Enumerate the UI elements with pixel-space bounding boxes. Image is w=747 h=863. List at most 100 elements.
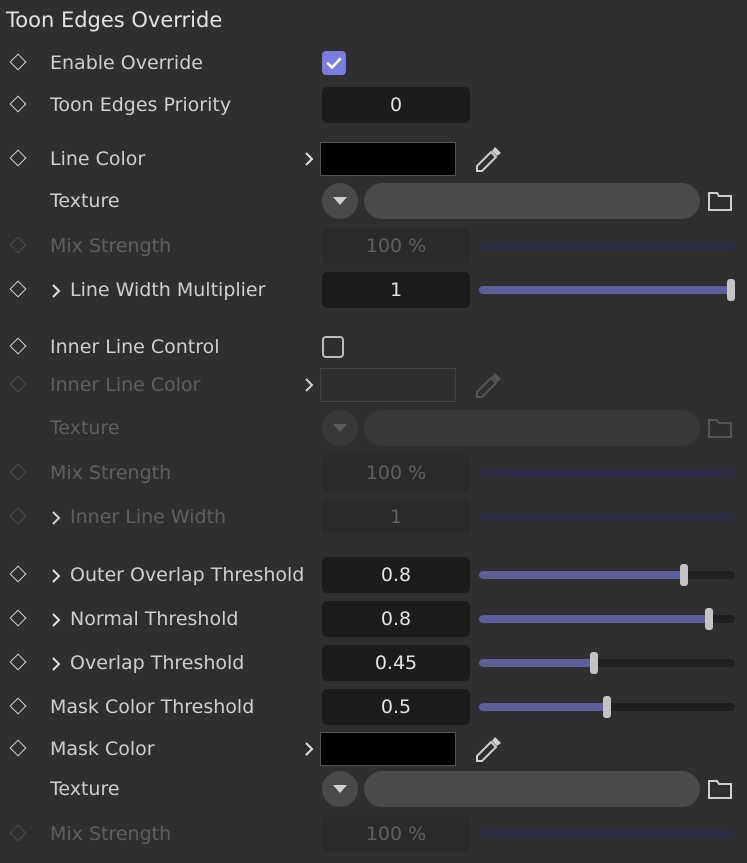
inner-line-width-slider [479,513,735,521]
texture-dropdown-button [322,410,358,446]
row-mask-color: Mask Color [0,731,747,767]
texture-dropdown-button[interactable] [322,183,358,219]
keyframe-icon[interactable] [9,337,27,355]
enable-override-checkbox[interactable] [322,51,346,75]
outer-overlap-label[interactable]: Outer Overlap Threshold [50,564,304,586]
keyframe-icon[interactable] [9,609,27,627]
chevron-right-icon[interactable] [302,740,316,762]
mix-strength-field: 100 % [322,228,470,264]
overlap-threshold-slider[interactable] [479,652,735,674]
mask-color-threshold-slider[interactable] [479,696,735,718]
row-overlap-threshold: Overlap Threshold 0.45 [0,645,747,681]
priority-field[interactable]: 0 [322,87,470,123]
mask-color-swatch[interactable] [320,732,456,766]
normal-threshold-field[interactable]: 0.8 [322,601,470,637]
keyframe-icon[interactable] [9,653,27,671]
enable-override-label: Enable Override [50,52,203,74]
texture-path-field [364,410,700,446]
row-toon-edges-priority: Toon Edges Priority 0 [0,87,747,123]
texture-dropdown-button[interactable] [322,771,358,807]
folder-icon[interactable] [707,190,733,216]
mix-strength-label: Mix Strength [50,235,172,257]
row-texture-1: Texture [0,183,747,219]
row-mix-strength-2: Mix Strength 100 % [0,455,747,491]
row-inner-line-width: Inner Line Width 1 [0,499,747,535]
row-normal-threshold: Normal Threshold 0.8 [0,601,747,637]
eyedropper-icon[interactable] [473,733,505,769]
keyframe-icon[interactable] [9,739,27,757]
mix-strength-slider [479,469,735,477]
chevron-right-icon[interactable] [302,150,316,172]
outer-overlap-slider[interactable] [479,564,735,586]
folder-icon[interactable] [707,778,733,804]
overlap-threshold-label[interactable]: Overlap Threshold [50,652,244,674]
mix-strength-slider [479,242,735,250]
row-texture-2: Texture [0,410,747,446]
keyframe-icon[interactable] [9,53,27,71]
row-mix-strength-1: Mix Strength 100 % [0,228,747,264]
inner-line-color-label: Inner Line Color [50,374,201,396]
row-line-width-multiplier: Line Width Multiplier 1 [0,272,747,308]
row-inner-line-control: Inner Line Control [0,329,747,365]
line-width-label[interactable]: Line Width Multiplier [50,279,265,301]
keyframe-icon[interactable] [9,565,27,583]
eyedropper-icon[interactable] [473,143,505,179]
keyframe-icon [9,375,27,393]
row-enable-override: Enable Override [0,45,747,81]
row-inner-line-color: Inner Line Color [0,367,747,403]
inner-line-width-label[interactable]: Inner Line Width [50,506,226,528]
chevron-right-icon[interactable] [302,376,316,398]
folder-icon [707,417,733,443]
keyframe-icon[interactable] [9,280,27,298]
chevron-right-icon [50,652,62,674]
triangle-down-icon [333,785,347,793]
normal-threshold-slider[interactable] [479,608,735,630]
texture-label: Texture [50,417,120,439]
slider-handle[interactable] [590,652,599,674]
line-width-slider[interactable] [479,279,735,301]
slider-handle[interactable] [727,279,735,301]
chevron-right-icon [50,564,62,586]
normal-threshold-label[interactable]: Normal Threshold [50,608,238,630]
slider-handle[interactable] [679,564,688,586]
chevron-right-icon [50,608,62,630]
overlap-threshold-field[interactable]: 0.45 [322,645,470,681]
row-texture-3: Texture [0,771,747,807]
inner-line-control-checkbox[interactable] [322,336,344,358]
panel-title: Toon Edges Override [6,8,223,32]
line-color-swatch[interactable] [320,142,456,176]
chevron-right-icon [50,506,62,528]
chevron-right-icon [50,279,62,301]
keyframe-icon [9,507,27,525]
row-line-color: Line Color [0,141,747,177]
texture-label: Texture [50,190,120,212]
outer-overlap-field[interactable]: 0.8 [322,557,470,593]
line-width-field[interactable]: 1 [322,272,470,308]
row-mix-strength-3: Mix Strength 100 % [0,816,747,852]
keyframe-icon [9,824,27,842]
row-mask-color-threshold: Mask Color Threshold 0.5 [0,689,747,725]
mix-strength-field: 100 % [322,455,470,491]
mix-strength-label: Mix Strength [50,462,172,484]
inner-line-width-field: 1 [322,499,470,535]
keyframe-icon[interactable] [9,149,27,167]
keyframe-icon [9,463,27,481]
slider-handle[interactable] [603,696,611,718]
mix-strength-field: 100 % [322,816,470,852]
texture-path-field[interactable] [364,771,700,807]
line-color-label: Line Color [50,148,146,170]
priority-label: Toon Edges Priority [50,94,232,116]
eyedropper-icon [473,369,505,405]
checkmark-icon [326,57,342,69]
mix-strength-slider [479,830,735,838]
keyframe-icon[interactable] [9,95,27,113]
mask-color-threshold-field[interactable]: 0.5 [322,689,470,725]
mask-color-threshold-label: Mask Color Threshold [50,696,255,718]
slider-handle[interactable] [705,608,714,630]
triangle-down-icon [333,197,347,205]
mask-color-label: Mask Color [50,738,155,760]
texture-path-field[interactable] [364,183,700,219]
inner-line-color-swatch [320,368,456,402]
keyframe-icon[interactable] [9,697,27,715]
inner-line-control-label: Inner Line Control [50,336,220,358]
